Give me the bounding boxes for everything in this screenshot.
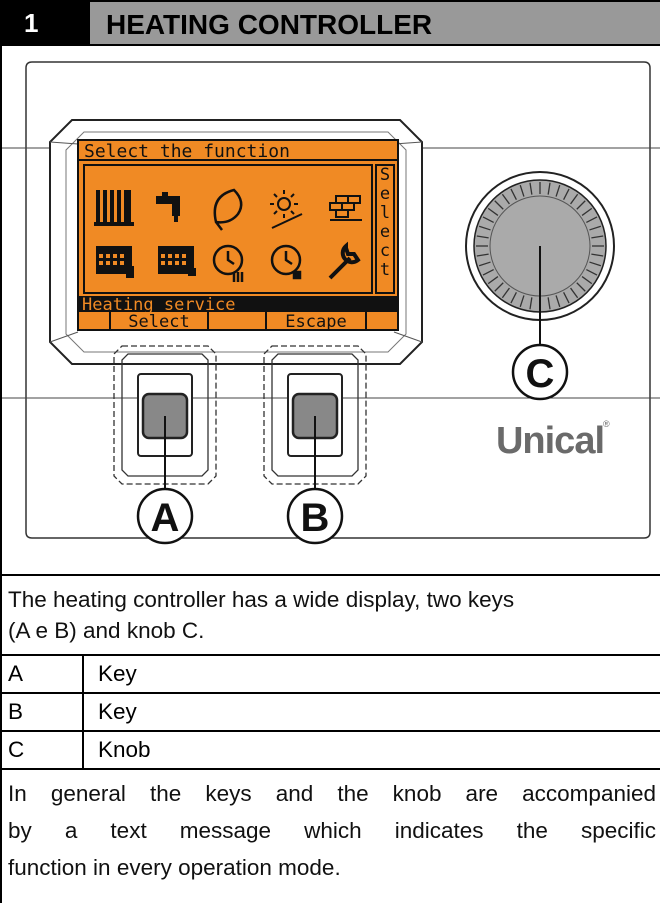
legend-desc: Knob [98,737,151,762]
legend-key: C [8,737,25,762]
section-header: 1 HEATING CONTROLLER [2,0,660,46]
callout-b: B [286,487,344,545]
note-line-3: function in every operation mode. [8,855,341,880]
svg-text:B: B [301,496,330,540]
lcd-top-text: Select the function [84,141,290,162]
legend-row: C Knob [2,732,660,768]
radiator-icon [94,190,134,226]
controller-figure: Select the function Select Heating servi… [2,61,660,545]
calendar-tap-icon [158,246,196,276]
divider [2,574,660,576]
legend-key: A [8,661,24,686]
svg-text:A: A [151,496,180,540]
legend-desc: Key [98,661,137,686]
table-column-divider [82,654,84,768]
legend-desc: Key [98,699,137,724]
brand-registered-mark: ® [603,419,610,429]
calendar-icon [96,246,134,278]
callout-c: C [511,343,569,401]
callout-a: A [136,487,194,545]
legend-row: A Key [2,656,660,692]
softkey-escape-label: Escape [285,312,346,332]
page: 1 HEATING CONTROLLER Select the function… [0,0,660,903]
lcd-side-text: Select [380,165,390,280]
section-number: 1 [2,0,90,46]
svg-text:C: C [526,352,555,396]
legend-row: B Key [2,694,660,730]
divider [2,768,660,770]
legend-key: B [8,699,24,724]
section-title: HEATING CONTROLLER [90,0,660,46]
lcd-display: Select the function Select Heating servi… [77,139,399,332]
softkey-select-label: Select [128,312,189,332]
intro-line-1: The heating controller has a wide displa… [8,587,515,612]
brand-logo: Unical [496,420,604,462]
note-line-2: by a text message which indicates the sp… [8,818,656,843]
intro-line-2: (A e B) and knob C. [8,618,205,643]
note-line-1: In general the keys and the knob are acc… [8,781,656,806]
